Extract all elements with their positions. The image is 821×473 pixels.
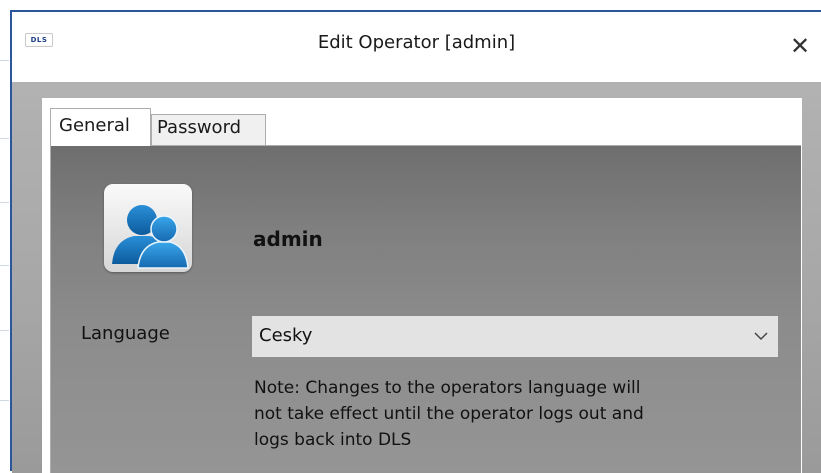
dialog-client-area: Password General admin Language Cesky No… [12, 82, 821, 473]
operator-username: admin [253, 227, 323, 251]
language-label: Language [81, 323, 170, 344]
language-select[interactable]: Cesky [252, 316, 778, 357]
background-gridline [0, 265, 9, 266]
user-group-icon [104, 184, 192, 272]
title-bar[interactable]: DLS Edit Operator [admin] ✕ [12, 12, 821, 82]
background-gridline [0, 138, 9, 139]
background-gridline [0, 330, 9, 331]
general-tab-page: admin Language Cesky Note: Changes to th… [50, 146, 801, 473]
background-gridline [0, 202, 9, 203]
tab-password[interactable]: Password [151, 114, 266, 146]
background-gridline [0, 60, 9, 61]
chevron-down-icon [754, 332, 768, 341]
close-icon: ✕ [789, 32, 811, 60]
note-line: not take effect until the operator logs … [254, 404, 644, 424]
language-selected-value: Cesky [259, 325, 313, 346]
language-change-note: Note: Changes to the operators language … [254, 375, 774, 453]
tab-control: Password General admin Language Cesky No… [42, 98, 802, 473]
note-line: Note: Changes to the operators language … [254, 378, 641, 398]
background-gridline [0, 400, 9, 401]
edit-operator-dialog: DLS Edit Operator [admin] ✕ Password Gen… [10, 10, 821, 473]
background-window-edge [0, 0, 10, 471]
close-button[interactable]: ✕ [787, 32, 813, 60]
tab-general[interactable]: General [50, 108, 151, 146]
note-line: logs back into DLS [254, 430, 412, 450]
dialog-title: Edit Operator [admin] [317, 32, 516, 53]
